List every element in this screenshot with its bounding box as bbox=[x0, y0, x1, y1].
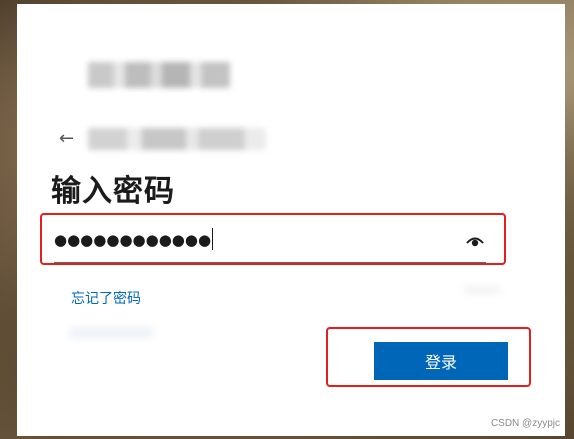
watermark: CSDN @zyypjc bbox=[490, 418, 560, 429]
blurred-option-link bbox=[69, 327, 153, 339]
forgot-password-link[interactable]: 忘记了密码 bbox=[71, 288, 141, 308]
password-value: ●●●●●●●●●●●● bbox=[54, 228, 214, 250]
eye-icon[interactable] bbox=[466, 234, 484, 248]
back-arrow-icon[interactable]: ← bbox=[59, 128, 74, 149]
signin-button[interactable]: 登录 bbox=[374, 342, 508, 380]
blurred-logo bbox=[88, 62, 230, 88]
password-field[interactable]: ●●●●●●●●●●●● bbox=[54, 222, 486, 263]
text-caret bbox=[212, 228, 214, 250]
blurred-option-text bbox=[464, 286, 500, 294]
blurred-account-email bbox=[88, 128, 266, 150]
page-title: 输入密码 bbox=[51, 174, 175, 209]
